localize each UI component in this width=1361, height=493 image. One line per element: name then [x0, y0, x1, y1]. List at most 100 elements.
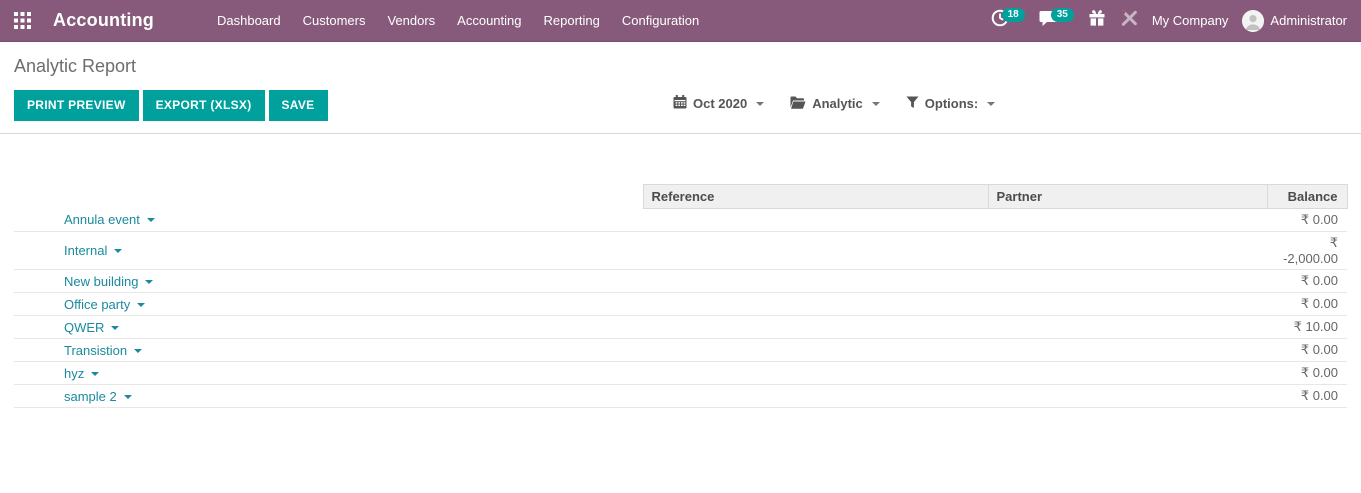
user-menu[interactable]: Administrator [1242, 9, 1347, 32]
analytic-account-link[interactable]: Transistion [64, 342, 143, 358]
chevron-down-icon [134, 348, 143, 353]
table-row: Internal ₹ -2,000.00 [14, 231, 1347, 270]
analytic-account-link[interactable]: hyz [64, 365, 100, 381]
menu-reporting[interactable]: Reporting [533, 0, 611, 41]
analytic-account-link[interactable]: Annula event [64, 212, 155, 227]
chevron-down-icon [145, 279, 154, 284]
account-name: hyz [64, 365, 85, 381]
menu-configuration[interactable]: Configuration [611, 0, 710, 41]
partner-cell [988, 315, 1267, 339]
menu-dashboard[interactable]: Dashboard [206, 0, 292, 41]
table-row: Annula event ₹ 0.00 [14, 208, 1347, 232]
chevron-down-icon [756, 101, 765, 106]
user-name: Administrator [1270, 13, 1347, 28]
account-name: sample 2 [64, 388, 117, 404]
partner-cell [988, 231, 1267, 270]
menu-customers[interactable]: Customers [292, 0, 377, 41]
analytic-account-link[interactable]: Office party [64, 296, 146, 312]
balance-cell: ₹ 10.00 [1267, 315, 1347, 339]
partner-cell [988, 208, 1267, 232]
top-navbar: Accounting Dashboard Customers Vendors A… [0, 0, 1361, 42]
balance-cell: ₹ 0.00 [1267, 384, 1347, 408]
company-name: My Company [1151, 13, 1229, 28]
company-switcher[interactable]: My Company [1152, 13, 1229, 28]
header-partner: Partner [987, 184, 1268, 209]
app-name[interactable]: Accounting [53, 10, 154, 31]
account-name: Transistion [64, 342, 128, 358]
balance-cell: ₹ 0.00 [1267, 338, 1347, 362]
support-tools-button[interactable] [1120, 9, 1138, 32]
main-menu: Dashboard Customers Vendors Accounting R… [206, 0, 710, 41]
reference-cell [643, 361, 988, 385]
activity-count-badge: 18 [1001, 7, 1025, 22]
chevron-down-icon [114, 249, 123, 253]
analytic-account-link[interactable]: Internal [64, 243, 123, 258]
analytic-account-link[interactable]: New building [64, 273, 154, 289]
reference-cell [643, 231, 988, 270]
partner-cell [988, 361, 1267, 385]
chevron-down-icon [111, 325, 120, 330]
header-name [14, 185, 643, 209]
table-row: Office party ₹ 0.00 [14, 292, 1347, 316]
table-row: QWER ₹ 10.00 [14, 315, 1347, 339]
balance-cell: ₹ 0.00 [1267, 292, 1347, 316]
gift-icon [1088, 9, 1106, 32]
menu-vendors[interactable]: Vendors [376, 0, 446, 41]
chevron-down-icon [91, 371, 100, 376]
partner-cell [988, 338, 1267, 362]
reference-cell [643, 338, 988, 362]
account-name: New building [64, 273, 139, 289]
chevron-down-icon [146, 218, 155, 223]
control-panel: Analytic Report PRINT PREVIEW EXPORT (XL… [0, 42, 1361, 134]
analytic-report-table: Reference Partner Balance Annula event ₹… [14, 184, 1348, 408]
activities-button[interactable]: 18 [991, 7, 1025, 32]
table-row: Transistion ₹ 0.00 [14, 338, 1347, 362]
menu-accounting[interactable]: Accounting [446, 0, 532, 41]
messages-button[interactable]: 35 [1039, 7, 1074, 32]
reference-cell [643, 384, 988, 408]
header-reference: Reference [642, 184, 989, 209]
analytic-filter[interactable]: Analytic [790, 96, 880, 112]
apps-grid-icon[interactable] [14, 12, 31, 29]
balance-cell: ₹ 0.00 [1267, 361, 1347, 385]
systray: 18 35 My Company Administrator [991, 7, 1361, 32]
export-xlsx-button[interactable]: EXPORT (XLSX) [142, 90, 265, 121]
account-name: Annula event [64, 212, 140, 228]
reference-cell [643, 269, 988, 293]
analytic-account-link[interactable]: QWER [64, 319, 120, 335]
date-filter[interactable]: Oct 2020 [673, 95, 765, 112]
analytic-filter-label: Analytic [812, 96, 863, 111]
chevron-down-icon [871, 101, 880, 106]
table-row: New building ₹ 0.00 [14, 269, 1347, 293]
account-name: QWER [64, 319, 105, 335]
balance-cell: ₹ -2,000.00 [1267, 231, 1347, 270]
print-preview-button[interactable]: PRINT PREVIEW [14, 90, 139, 121]
page-title: Analytic Report [14, 56, 137, 76]
partner-cell [988, 292, 1267, 316]
date-filter-label: Oct 2020 [693, 96, 748, 111]
balance-cell: ₹ 0.00 [1267, 208, 1347, 232]
chevron-down-icon [137, 302, 146, 307]
avatar [1242, 9, 1265, 32]
balance-cell: ₹ 0.00 [1267, 269, 1347, 293]
account-name: Office party [64, 296, 131, 312]
options-filter[interactable]: Options: [906, 96, 996, 112]
reference-cell [643, 292, 988, 316]
report-filters: Oct 2020 Analytic Options: [673, 88, 996, 119]
table-row: sample 2 ₹ 0.00 [14, 384, 1347, 408]
chevron-down-icon [123, 394, 132, 399]
analytic-account-link[interactable]: sample 2 [64, 389, 132, 404]
options-filter-label: Options: [924, 96, 979, 111]
folder-open-icon [790, 96, 806, 112]
partner-cell [988, 269, 1267, 293]
chevron-down-icon [987, 101, 996, 106]
crossed-tools-icon [1120, 9, 1138, 32]
table-row: hyz ₹ 0.00 [14, 361, 1347, 385]
reference-cell [643, 208, 988, 232]
gift-button[interactable] [1088, 9, 1106, 32]
calendar-icon [673, 95, 687, 112]
table-header-row: Reference Partner Balance [14, 184, 1348, 209]
filter-funnel-icon [906, 96, 919, 112]
reference-cell [643, 315, 988, 339]
save-button[interactable]: SAVE [268, 90, 328, 121]
